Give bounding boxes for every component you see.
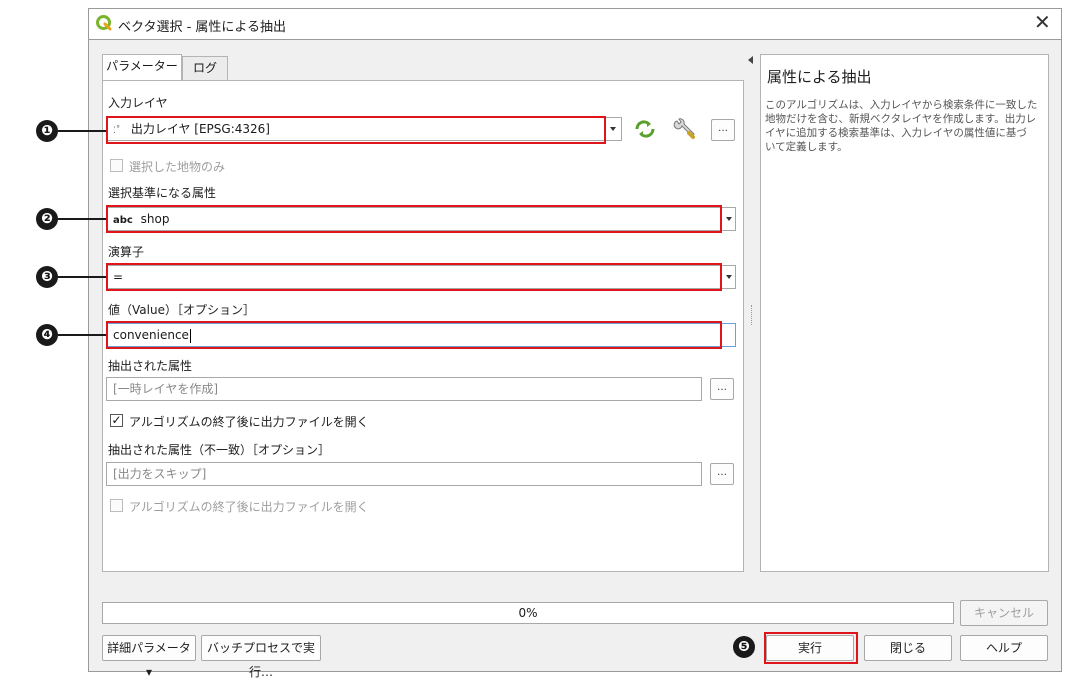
value-label: 値（Value）［オプション］ bbox=[108, 303, 255, 317]
qgis-logo-icon bbox=[96, 15, 112, 31]
progress-bar: 0% bbox=[102, 602, 954, 624]
extracted-output-field[interactable]: [一時レイヤを作成] bbox=[106, 377, 702, 401]
advanced-parameters-button[interactable]: 詳細パラメータ ▾ bbox=[102, 635, 196, 679]
extracted-nonmatch-label: 抽出された属性（不一致）［オプション］ bbox=[108, 443, 331, 457]
chevron-down-icon[interactable] bbox=[610, 127, 616, 131]
annotation-box-3 bbox=[106, 263, 722, 291]
iterate-icon[interactable] bbox=[633, 118, 657, 140]
extracted-nonmatch-field[interactable]: [出力をスキップ] bbox=[106, 462, 702, 486]
tab-parameters[interactable]: パラメーター bbox=[102, 54, 182, 81]
chevron-down-icon[interactable] bbox=[726, 217, 732, 221]
extracted-nonmatch-more-button[interactable]: … bbox=[710, 463, 734, 485]
selected-only-checkbox[interactable] bbox=[110, 159, 123, 172]
input-layer-more-button[interactable]: … bbox=[711, 119, 735, 141]
wrench-icon[interactable] bbox=[672, 117, 698, 141]
cancel-button[interactable]: キャンセル bbox=[960, 600, 1048, 626]
extracted-more-button[interactable]: … bbox=[710, 378, 734, 400]
open-after-1-checkbox[interactable]: ✓ bbox=[110, 414, 123, 427]
marker-2-leader bbox=[58, 218, 106, 220]
progress-text: 0% bbox=[518, 606, 538, 620]
operator-label: 演算子 bbox=[108, 245, 145, 259]
marker-2: ❷ bbox=[36, 208, 58, 230]
annotation-box-4 bbox=[106, 321, 722, 349]
open-after-2-label: アルゴリズムの終了後に出力ファイルを開く bbox=[129, 500, 369, 514]
open-after-2-checkbox[interactable] bbox=[110, 499, 123, 512]
tab-parameters-label: パラメーター bbox=[106, 59, 178, 73]
close-icon[interactable]: ✕ bbox=[1034, 11, 1051, 33]
window-title: ベクタ選択 - 属性による抽出 bbox=[118, 20, 287, 35]
help-title: 属性による抽出 bbox=[767, 68, 872, 86]
annotation-box-1 bbox=[106, 116, 606, 144]
attribute-label: 選択基準になる属性 bbox=[108, 186, 217, 200]
tab-log-label: ログ bbox=[192, 61, 217, 75]
input-layer-label: 入力レイヤ bbox=[108, 96, 168, 110]
help-body-line: イヤに追加する検索基準は、入力レイヤの属性値に基づ bbox=[765, 127, 1027, 139]
help-body-line: このアルゴリズムは、入力レイヤから検索条件に一致した bbox=[765, 99, 1038, 111]
marker-3-leader bbox=[58, 276, 106, 278]
annotation-box-5 bbox=[764, 632, 858, 664]
annotation-box-2 bbox=[106, 205, 722, 233]
marker-1: ❶ bbox=[36, 120, 58, 142]
help-body: このアルゴリズムは、入力レイヤから検索条件に一致した 地物だけを含む、新規ベクタ… bbox=[765, 98, 1045, 154]
open-after-1-label: アルゴリズムの終了後に出力ファイルを開く bbox=[129, 415, 369, 429]
help-body-line: 地物だけを含む、新規ベクタレイヤを作成します。出力レ bbox=[765, 113, 1037, 125]
marker-4-leader bbox=[58, 334, 106, 336]
marker-1-leader bbox=[58, 130, 106, 132]
tab-log[interactable]: ログ bbox=[182, 56, 228, 80]
batch-process-button[interactable]: バッチプロセスで実行… bbox=[201, 635, 321, 679]
chevron-down-icon[interactable] bbox=[726, 275, 732, 279]
help-button[interactable]: ヘルプ bbox=[960, 635, 1048, 661]
help-body-line: いて定義します。 bbox=[765, 141, 848, 153]
splitter-handle[interactable] bbox=[751, 305, 754, 325]
collapse-help-icon[interactable] bbox=[748, 56, 753, 64]
marker-4: ❹ bbox=[36, 324, 58, 346]
extracted-label: 抽出された属性 bbox=[108, 359, 193, 373]
marker-3: ❸ bbox=[36, 266, 58, 288]
selected-only-label: 選択した地物のみ bbox=[129, 160, 226, 174]
marker-5: ❺ bbox=[733, 636, 755, 658]
close-button[interactable]: 閉じる bbox=[864, 635, 952, 661]
